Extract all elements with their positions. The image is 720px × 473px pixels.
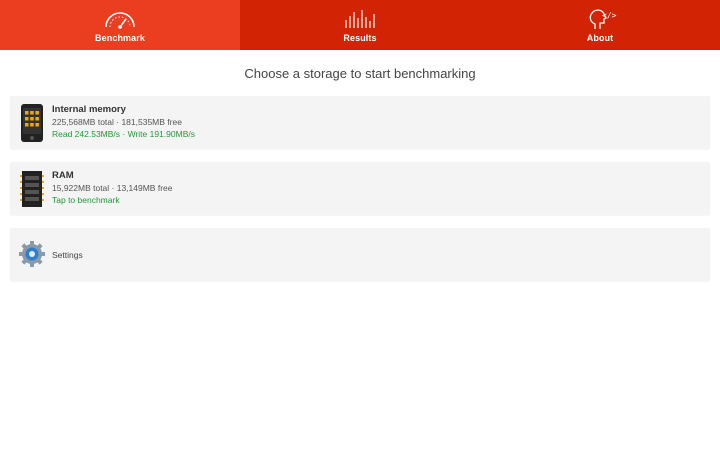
head-code-icon: </> bbox=[583, 8, 617, 30]
svg-text:</>: </> bbox=[602, 11, 617, 20]
settings-label: Settings bbox=[52, 250, 83, 260]
gear-icon bbox=[18, 240, 46, 268]
storage-ram[interactable]: RAM 15,922MB total · 13,149MB free Tap t… bbox=[10, 162, 710, 215]
page-title: Choose a storage to start benchmarking bbox=[244, 66, 476, 81]
storage-details: 15,922MB total · 13,149MB free bbox=[52, 183, 173, 193]
tab-label: Results bbox=[343, 33, 377, 43]
tab-about[interactable]: </> About bbox=[480, 0, 720, 50]
tab-results[interactable]: Results bbox=[240, 0, 480, 50]
tab-benchmark[interactable]: Benchmark bbox=[0, 0, 240, 50]
bar-chart-icon bbox=[343, 8, 377, 30]
storage-status: Tap to benchmark bbox=[52, 195, 120, 205]
storage-title: Internal memory bbox=[52, 104, 126, 115]
tab-label: About bbox=[586, 33, 614, 43]
settings-item[interactable]: Settings bbox=[10, 228, 710, 281]
storage-internal-memory[interactable]: Internal memory 225,568MB total · 181,53… bbox=[10, 96, 710, 149]
tab-label: Benchmark bbox=[95, 33, 145, 43]
speedometer-icon bbox=[103, 8, 137, 30]
storage-title: RAM bbox=[52, 170, 74, 181]
tab-bar: Benchmark Results </> About bbox=[0, 0, 720, 50]
storage-status: Read 242.53MB/s · Write 191.90MB/s bbox=[52, 129, 195, 139]
phone-storage-icon bbox=[20, 103, 44, 143]
storage-details: 225,568MB total · 181,535MB free bbox=[52, 117, 182, 127]
ram-chip-icon bbox=[20, 169, 44, 209]
